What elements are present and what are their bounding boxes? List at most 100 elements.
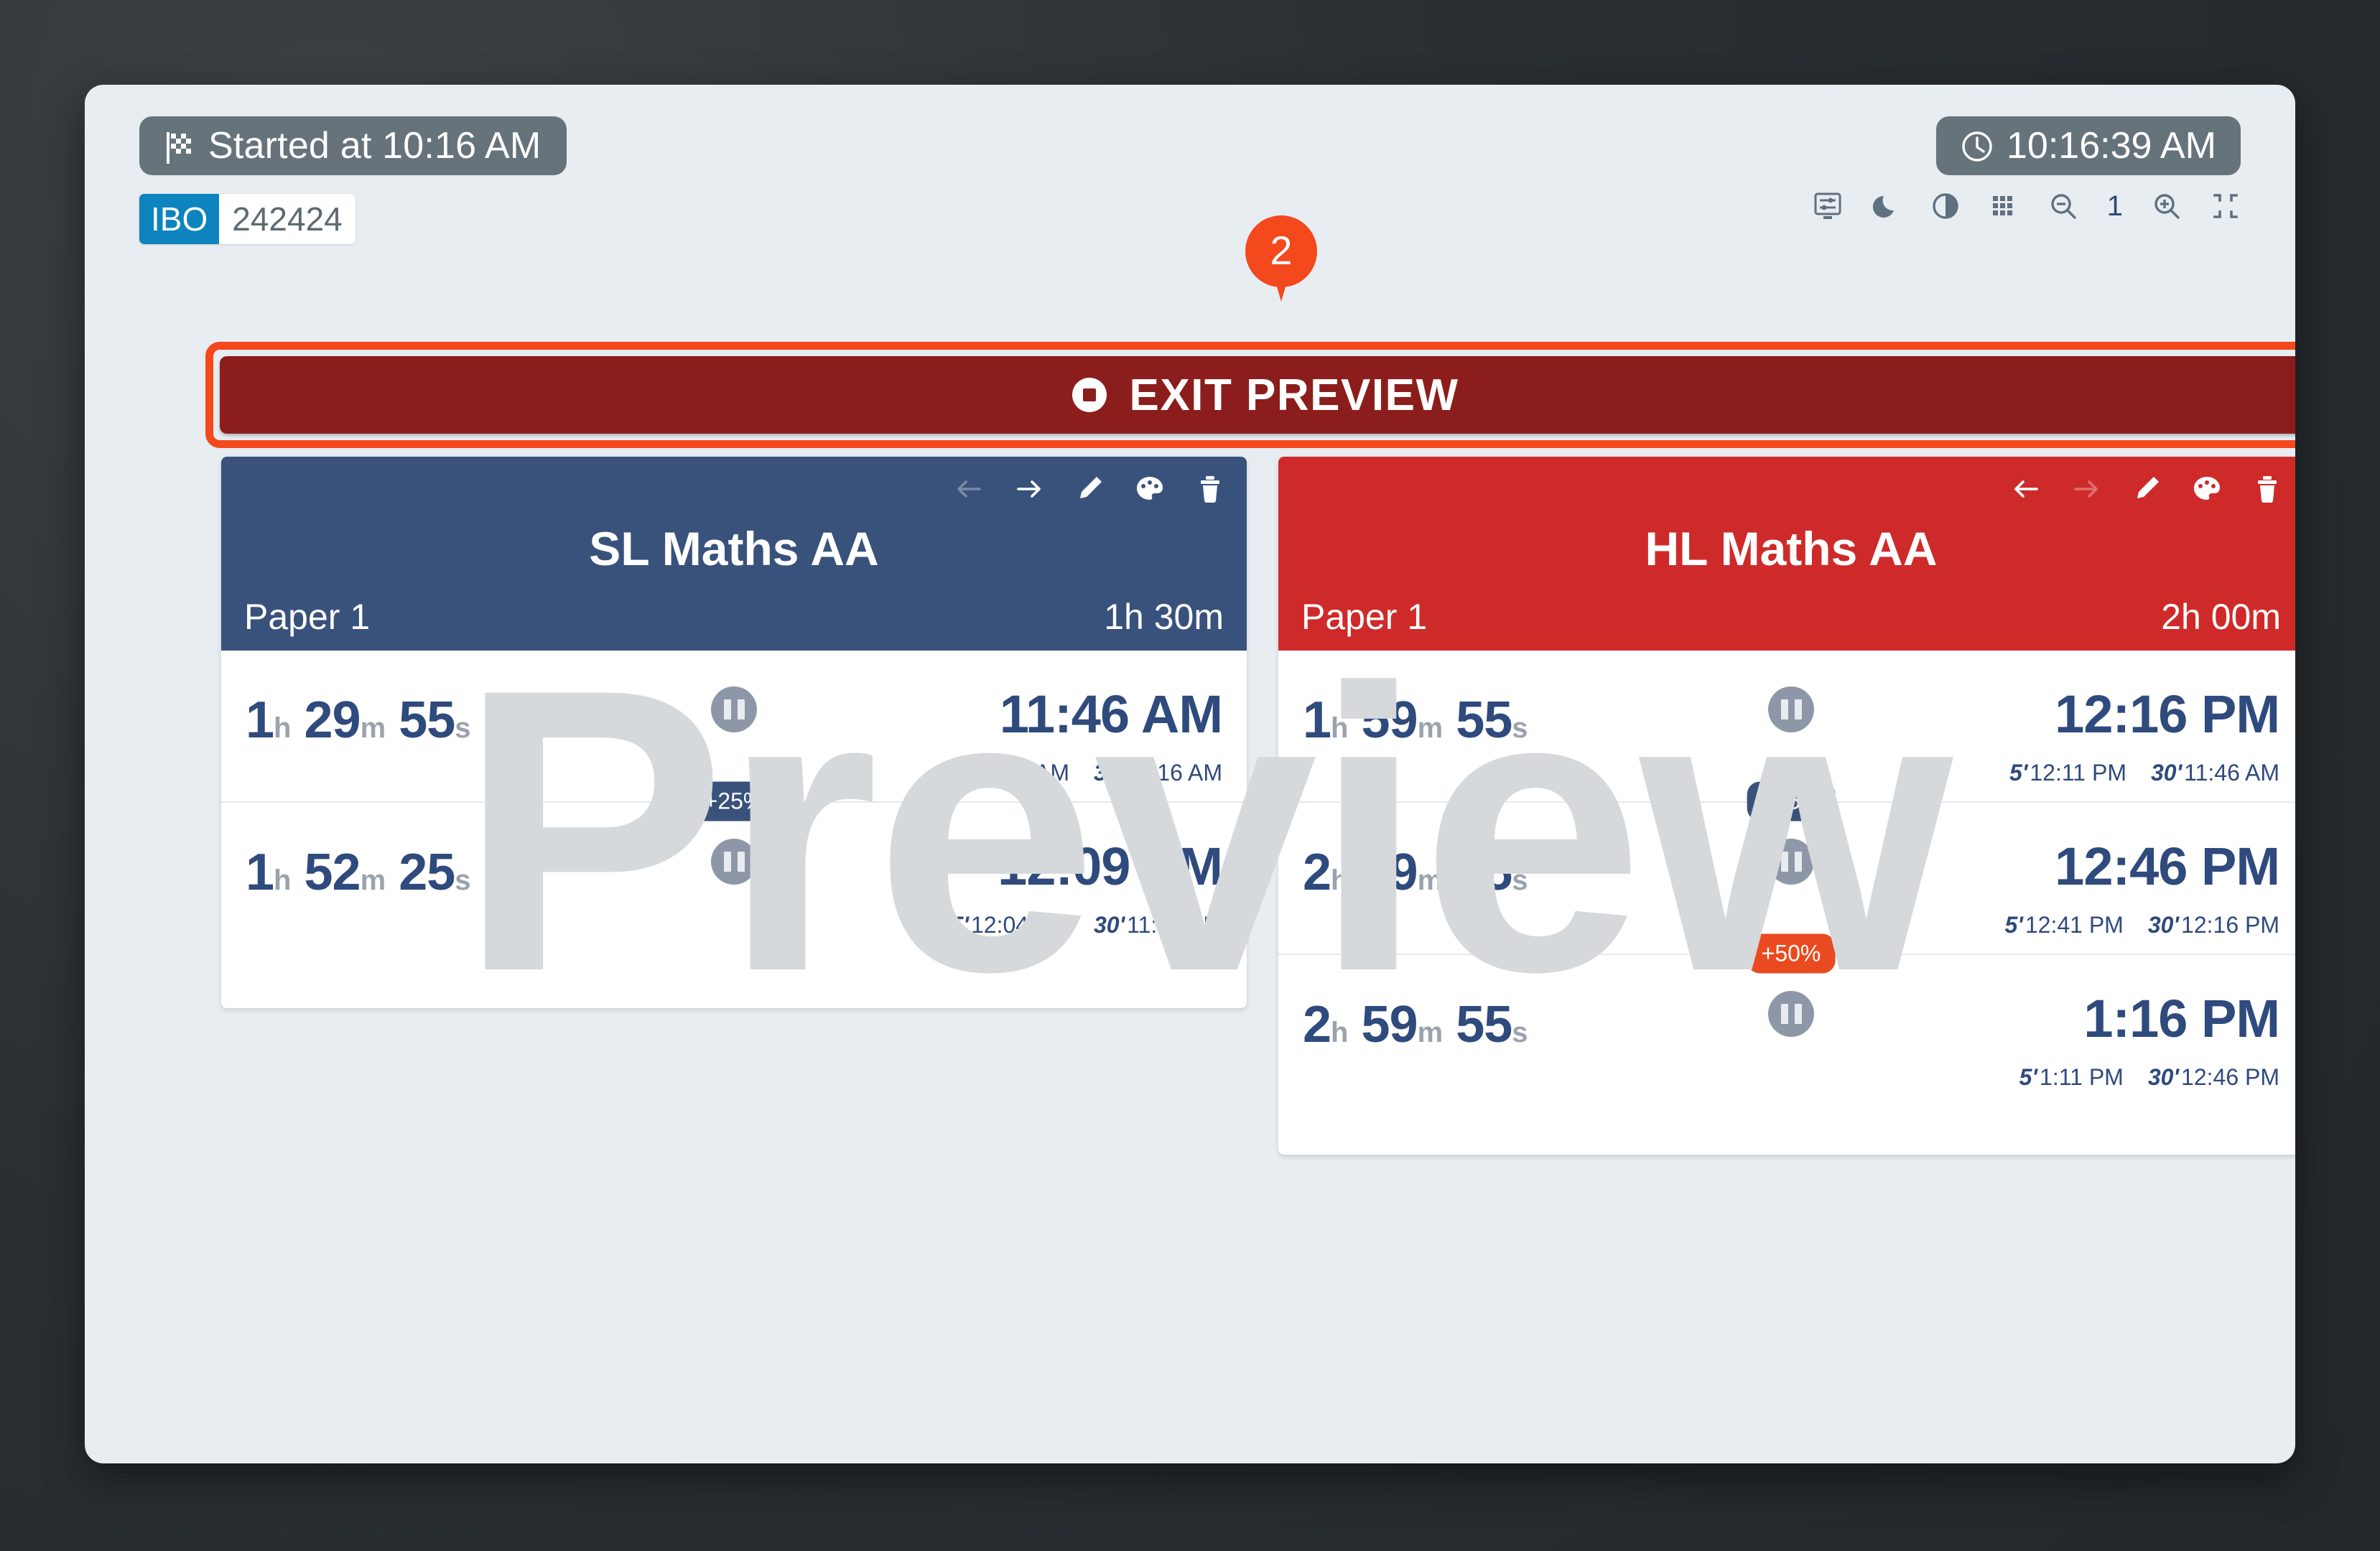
remaining-minutes: 29 bbox=[1361, 844, 1418, 901]
arrow-left-icon[interactable] bbox=[2009, 472, 2042, 506]
remaining-time: 1h 29m 55s bbox=[246, 691, 471, 750]
card-title-sl: SL Maths AA bbox=[589, 522, 879, 575]
unit-seconds: s bbox=[455, 865, 470, 896]
unit-minutes: m bbox=[360, 865, 386, 896]
top-bar: Started at 10:16 AM 10:16:39 AM IBO 2424… bbox=[85, 85, 2295, 250]
card-body-hl: 1h 59m 55s 12:16 PM 5'12:11 PM 30'11:46 A… bbox=[1278, 651, 2295, 1106]
unit-hours: h bbox=[1331, 865, 1348, 896]
warn-5-label: 5' bbox=[2019, 1064, 2038, 1090]
warn-5-label: 5' bbox=[950, 912, 969, 938]
remaining-time: 1h 59m 55s bbox=[1303, 691, 1528, 750]
card-body-sl: 1h 29m 55s 11:46 AM 5'11:41 AM 30'11:16 A… bbox=[221, 651, 1247, 954]
display-settings-icon[interactable] bbox=[1813, 191, 1843, 221]
started-at-chip: Started at 10:16 AM bbox=[139, 116, 567, 175]
contrast-icon[interactable] bbox=[1930, 191, 1961, 221]
remaining-hours: 2 bbox=[1303, 844, 1331, 901]
end-time: 11:46 AM bbox=[999, 684, 1223, 744]
pause-button[interactable] bbox=[1768, 991, 1814, 1037]
exam-id-badge: IBO 242424 bbox=[139, 194, 355, 244]
unit-minutes: m bbox=[1417, 712, 1444, 744]
exit-preview-button[interactable]: EXIT PREVIEW bbox=[220, 356, 2295, 434]
extra-time-pill: +25% bbox=[1747, 781, 1836, 821]
arrow-right-icon[interactable] bbox=[2070, 472, 2103, 506]
moon-icon[interactable] bbox=[1872, 191, 1902, 221]
warn-5-time: 12:41 PM bbox=[2025, 912, 2124, 938]
extra-time-pill: +50% bbox=[1747, 933, 1836, 974]
zoom-in-icon[interactable] bbox=[2152, 191, 2182, 221]
remaining-minutes: 52 bbox=[304, 844, 361, 901]
warn-5-label: 5' bbox=[2004, 912, 2023, 938]
exam-id-value: 242424 bbox=[219, 194, 355, 244]
end-time: 12:46 PM bbox=[2055, 837, 2280, 896]
zoom-out-icon[interactable] bbox=[2048, 191, 2078, 221]
card-footer-sl: Paper 1 1h 30m bbox=[221, 596, 1247, 638]
exam-card-sl[interactable]: SL Maths AA Paper 1 1h 30m 1h 29m 55s 11… bbox=[221, 457, 1247, 1008]
warn-5-time: 12:04 PM bbox=[971, 912, 1069, 938]
remaining-hours: 1 bbox=[246, 844, 274, 901]
unit-minutes: m bbox=[1417, 865, 1444, 896]
card-header-sl: SL Maths AA Paper 1 1h 30m bbox=[221, 457, 1247, 651]
remaining-seconds: 55 bbox=[1456, 691, 1512, 749]
unit-hours: h bbox=[274, 865, 291, 896]
warn-5-time: 11:41 AM bbox=[974, 760, 1069, 786]
timer-row[interactable]: 1h 52m 25s 12:09 PM 5'12:04 PM 30'11:39 A… bbox=[221, 801, 1247, 954]
pencil-icon[interactable] bbox=[2130, 472, 2163, 506]
unit-seconds: s bbox=[1512, 712, 1528, 744]
warn-30-time: 12:46 PM bbox=[2181, 1064, 2279, 1090]
current-time-label: 10:16:39 AM bbox=[2007, 125, 2216, 167]
remaining-minutes: 59 bbox=[1361, 996, 1418, 1053]
pin-number: 2 bbox=[1270, 227, 1293, 273]
warning-times: 5'11:41 AM 30'11:16 AM bbox=[954, 760, 1222, 786]
arrow-left-icon[interactable] bbox=[952, 472, 985, 506]
warn-5-label: 5' bbox=[2009, 760, 2028, 786]
pause-button[interactable] bbox=[1768, 839, 1814, 885]
remaining-time: 2h 29m 55s bbox=[1303, 843, 1528, 902]
warn-30-label: 30' bbox=[1093, 760, 1125, 786]
app-panel: Started at 10:16 AM 10:16:39 AM IBO 2424… bbox=[85, 85, 2295, 1463]
timer-row[interactable]: 1h 59m 55s 12:16 PM 5'12:11 PM 30'11:46 A… bbox=[1278, 651, 2295, 821]
remaining-hours: 1 bbox=[246, 691, 274, 749]
grid-icon[interactable] bbox=[1989, 191, 2019, 221]
warn-30-label: 30' bbox=[2147, 912, 2180, 938]
warn-5-time: 1:11 PM bbox=[2040, 1064, 2124, 1090]
unit-hours: h bbox=[1331, 1017, 1348, 1048]
trash-icon[interactable] bbox=[1194, 472, 1227, 506]
card-paper-hl: Paper 1 bbox=[1301, 597, 1428, 637]
remaining-minutes: 59 bbox=[1361, 691, 1418, 749]
trash-icon[interactable] bbox=[2251, 472, 2284, 506]
palette-icon[interactable] bbox=[2190, 472, 2223, 506]
exam-cards-area: Preview SL Maths AA Paper 1 1h 30m 1h 29… bbox=[221, 457, 2295, 1175]
warn-5-label: 5' bbox=[953, 760, 972, 786]
pause-button[interactable] bbox=[711, 839, 757, 885]
arrow-right-icon[interactable] bbox=[1013, 472, 1046, 506]
warning-times: 5'12:41 PM 30'12:16 PM bbox=[2004, 912, 2279, 938]
remaining-hours: 2 bbox=[1303, 996, 1331, 1053]
zoom-level-value: 1 bbox=[2106, 190, 2123, 222]
timer-row[interactable]: 2h 29m 55s 12:46 PM 5'12:41 PM 30'12:16 P… bbox=[1278, 801, 2295, 974]
exit-preview-label: EXIT PREVIEW bbox=[1129, 370, 1459, 420]
unit-seconds: s bbox=[1512, 1017, 1528, 1048]
card-title-hl: HL Maths AA bbox=[1645, 522, 1938, 575]
palette-icon[interactable] bbox=[1133, 472, 1166, 506]
timer-row[interactable]: 1h 29m 55s 11:46 AM 5'11:41 AM 30'11:16 A… bbox=[221, 651, 1247, 821]
warn-30-time: 11:46 AM bbox=[2184, 760, 2279, 786]
step-marker-pin: 2 bbox=[1245, 215, 1317, 303]
card-paper-sl: Paper 1 bbox=[244, 597, 371, 637]
current-time-chip: 10:16:39 AM bbox=[1936, 116, 2241, 175]
warn-30-label: 30' bbox=[2147, 1064, 2180, 1090]
exam-card-hl[interactable]: HL Maths AA Paper 1 2h 00m 1h 59m 55s 12… bbox=[1278, 457, 2295, 1155]
warn-5-time: 12:11 PM bbox=[2030, 760, 2126, 786]
pencil-icon[interactable] bbox=[1073, 472, 1106, 506]
remaining-time: 2h 59m 55s bbox=[1303, 995, 1528, 1054]
started-at-label: Started at 10:16 AM bbox=[208, 125, 541, 167]
warn-30-time: 11:39 AM bbox=[1127, 912, 1222, 938]
checkered-flag-icon bbox=[165, 130, 194, 164]
warning-times: 5'1:11 PM 30'12:46 PM bbox=[2019, 1064, 2279, 1091]
compress-icon[interactable] bbox=[2211, 191, 2241, 221]
clock-icon bbox=[1961, 129, 1994, 162]
card-header-icons-sl bbox=[952, 472, 1227, 506]
timer-row[interactable]: 2h 59m 55s 1:16 PM 5'1:11 PM 30'12:46 PM bbox=[1278, 954, 2295, 1106]
pause-button[interactable] bbox=[711, 686, 757, 732]
pause-button[interactable] bbox=[1768, 686, 1814, 732]
remaining-seconds: 55 bbox=[1456, 844, 1512, 901]
